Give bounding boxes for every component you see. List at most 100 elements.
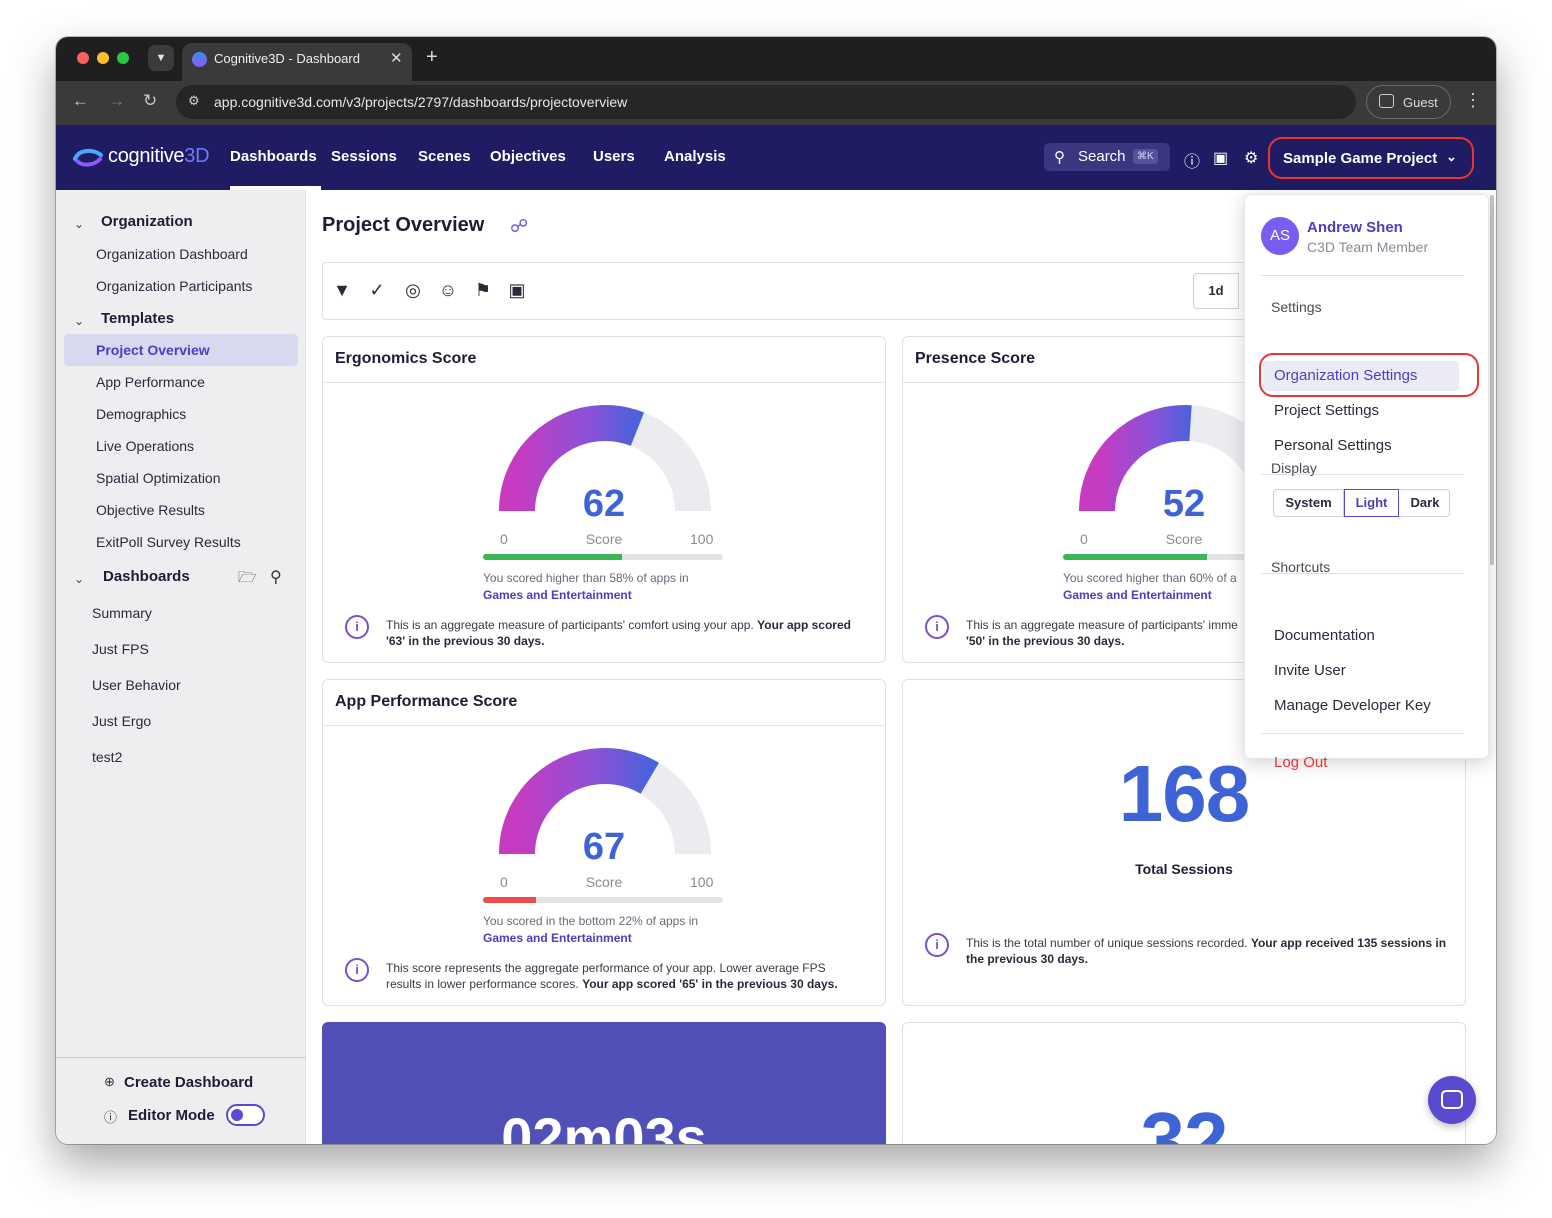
sidebar-item-app-performance[interactable]: App Performance [96, 374, 205, 390]
nav-sessions[interactable]: Sessions [331, 148, 397, 165]
menu-divider [1261, 275, 1464, 276]
settings-heading: Settings [1271, 299, 1322, 315]
briefcase-icon[interactable]: ▣ [1213, 148, 1228, 168]
check-badge-icon[interactable]: ✓ [366, 280, 388, 302]
display-light-option[interactable]: Light [1344, 489, 1399, 517]
forward-icon[interactable]: → [108, 91, 125, 111]
cognitive3d-logo-icon[interactable] [73, 147, 103, 167]
url-text: app.cognitive3d.com/v3/projects/2797/das… [214, 94, 628, 110]
create-dashboard-button[interactable]: Create Dashboard [124, 1074, 253, 1091]
sidebar-item-summary[interactable]: Summary [92, 605, 152, 621]
sidebar-item-test2[interactable]: test2 [92, 749, 122, 765]
invite-user-item[interactable]: Invite User [1274, 662, 1346, 679]
chevron-down-icon[interactable]: ⌄ [74, 572, 84, 586]
nav-objectives[interactable]: Objectives [490, 148, 566, 165]
help-icon[interactable]: ⓘ [1184, 148, 1200, 172]
sidebar-item-just-fps[interactable]: Just FPS [92, 641, 149, 657]
nav-scenes[interactable]: Scenes [418, 148, 471, 165]
personal-settings-item[interactable]: Personal Settings [1274, 437, 1392, 454]
sidebar-section-dashboards[interactable]: Dashboards [103, 568, 190, 585]
tab-search-icon[interactable]: ▼ [148, 45, 174, 71]
average-duration-card: 02m03s [322, 1022, 886, 1144]
info-plain: This is an aggregate measure of particip… [386, 618, 754, 632]
gear-icon[interactable]: ⚙ [1244, 148, 1258, 168]
cognitive3d-favicon-icon [192, 52, 207, 67]
tab-title: Cognitive3D - Dashboard [214, 51, 360, 66]
score-label: Score [585, 531, 623, 547]
editor-mode-toggle[interactable] [226, 1104, 265, 1126]
app-header: cognitive3D Dashboards Sessions Scenes O… [56, 125, 1496, 190]
logo-text[interactable]: cognitive3D [108, 145, 210, 168]
sidebar-item-demographics[interactable]: Demographics [96, 406, 186, 422]
range-1d-button[interactable]: 1d [1193, 273, 1239, 309]
sidebar-item-spatial-optimization[interactable]: Spatial Optimization [96, 470, 221, 486]
users-icon[interactable]: ☺ [437, 280, 459, 302]
new-folder-icon[interactable]: 🗁 [238, 567, 257, 592]
info-bold: '50' in the previous 30 days. [966, 634, 1125, 648]
nav-dashboards[interactable]: Dashboards [230, 148, 317, 165]
sidebar-item-organization-participants[interactable]: Organization Participants [96, 278, 252, 294]
site-settings-icon[interactable]: ⚙ [188, 93, 200, 109]
sidebar-item-live-operations[interactable]: Live Operations [96, 438, 194, 454]
support-chat-button[interactable] [1428, 1076, 1476, 1124]
share-icon[interactable]: ☍ [510, 216, 528, 237]
reload-icon[interactable]: ↻ [143, 91, 157, 111]
page-title: Project Overview [322, 214, 485, 236]
browser-menu-icon[interactable]: ⋮ [1464, 90, 1482, 111]
category-link[interactable]: Games and Entertainment [483, 931, 632, 945]
page-scrollbar[interactable] [1490, 195, 1494, 565]
project-settings-item[interactable]: Project Settings [1274, 402, 1379, 419]
sidebar-item-project-overview-label: Project Overview [96, 342, 210, 358]
logo-accent: 3D [184, 145, 210, 167]
close-tab-icon[interactable]: ✕ [390, 49, 403, 67]
users-value: 32 [1140, 1096, 1229, 1144]
info-plain: This is the total number of unique sessi… [966, 936, 1248, 950]
percentile-bar [483, 897, 723, 903]
address-bar[interactable]: ⚙ app.cognitive3d.com/v3/projects/2797/d… [176, 85, 1356, 119]
display-system-option[interactable]: System [1274, 490, 1344, 516]
sidebar-item-exitpoll-survey-results[interactable]: ExitPoll Survey Results [96, 534, 241, 550]
search-shortcut: ⌘K [1133, 149, 1158, 164]
search-icon[interactable]: ⚲ [270, 567, 282, 587]
documentation-item[interactable]: Documentation [1274, 627, 1375, 644]
new-tab-icon[interactable]: + [426, 46, 438, 69]
sidebar-section-organization[interactable]: Organization [101, 213, 193, 230]
chevron-down-icon: ⌄ [1446, 149, 1457, 164]
search-button[interactable]: ⚲ Search ⌘K [1044, 143, 1170, 171]
manage-developer-key-item[interactable]: Manage Developer Key [1274, 697, 1431, 714]
total-sessions-label: Total Sessions [1135, 861, 1233, 877]
nav-analysis[interactable]: Analysis [664, 148, 726, 165]
category-link[interactable]: Games and Entertainment [483, 588, 632, 602]
target-icon[interactable]: ◎ [402, 280, 424, 302]
editor-mode-label: Editor Mode [128, 1107, 215, 1124]
back-icon[interactable]: ← [72, 91, 89, 111]
category-link[interactable]: Games and Entertainment [1063, 588, 1212, 602]
chevron-down-icon[interactable]: ⌄ [74, 217, 84, 231]
close-window-button[interactable] [77, 52, 89, 64]
maximize-window-button[interactable] [117, 52, 129, 64]
profile-button[interactable]: Guest [1366, 85, 1451, 119]
comparison-text: You scored higher than 58% of apps in [483, 571, 689, 585]
gallery-icon[interactable]: ▣ [506, 280, 528, 302]
highlight-annotation [1259, 353, 1479, 397]
sidebar-item-just-ergo[interactable]: Just Ergo [92, 713, 151, 729]
shortcuts-heading: Shortcuts [1271, 559, 1331, 575]
tag-icon[interactable]: ⚑ [472, 280, 494, 302]
filter-icon[interactable]: ▼ [331, 280, 353, 302]
browser-tab[interactable]: Cognitive3D - Dashboard ✕ [182, 43, 412, 81]
nav-users[interactable]: Users [593, 148, 635, 165]
sidebar-item-user-behavior[interactable]: User Behavior [92, 677, 181, 693]
display-dark-option[interactable]: Dark [1399, 490, 1451, 516]
chevron-down-icon[interactable]: ⌄ [74, 314, 84, 328]
gauge-max-label: 100 [690, 874, 714, 890]
comparison-text: You scored higher than 60% of a [1063, 571, 1237, 585]
info-icon: i [925, 615, 949, 639]
minimize-window-button[interactable] [97, 52, 109, 64]
project-selector-button[interactable]: Sample Game Project ⌄ [1268, 137, 1474, 179]
log-out-item[interactable]: Log Out [1274, 754, 1327, 771]
percentile-bar-fill [483, 897, 536, 903]
user-name: Andrew Shen [1307, 219, 1403, 236]
sidebar-section-templates[interactable]: Templates [101, 310, 174, 327]
sidebar-item-objective-results[interactable]: Objective Results [96, 502, 205, 518]
sidebar-item-organization-dashboard[interactable]: Organization Dashboard [96, 246, 248, 262]
